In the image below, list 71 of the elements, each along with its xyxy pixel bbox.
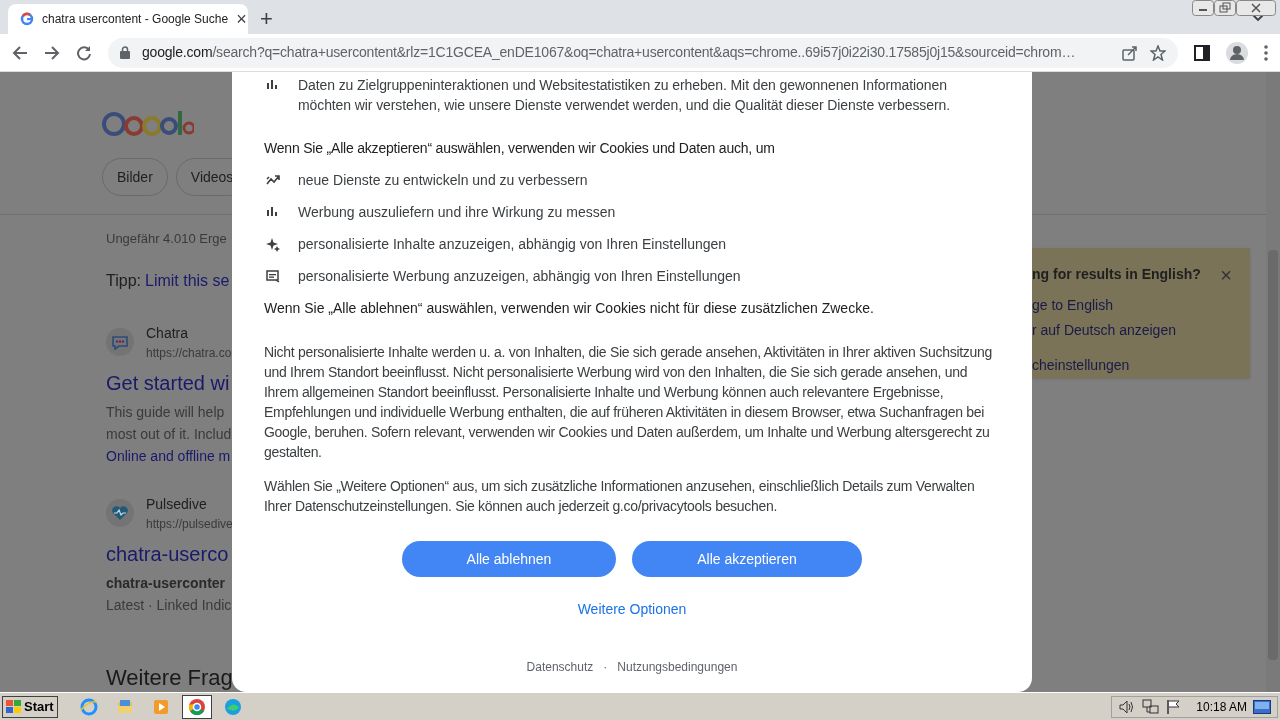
card-title: ng for results in English? — [1032, 265, 1201, 284]
ie-icon — [79, 697, 98, 716]
lock-icon — [120, 46, 130, 59]
folder-icon — [115, 697, 134, 716]
clock: 10:18 AM — [1196, 698, 1247, 716]
accept-all-button[interactable]: Alle akzeptieren — [632, 541, 862, 577]
start-button[interactable]: Start — [2, 695, 58, 718]
show-desktop-icon[interactable] — [1253, 699, 1271, 714]
info-paragraph: Wählen Sie „Weitere Optionen“ aus, um sich zusätzliche Informationen anzusehen, einschließlich Details zum Verwalten Ihrer Datenschutzeinstellungen. Sie können auch jederzeit g.co/privacytools besuchen. — [264, 477, 976, 516]
purpose-text: Daten zu Zielgruppeninteraktionen und Websitestatistiken zu erheben. Mit den gewonnenen Informationen möchten wir verstehen, wie unsere Dienste verwendet werden, und die Qualität dieser Dienste verbessern. — [298, 76, 951, 115]
menu-icon[interactable] — [1264, 44, 1268, 61]
purpose-text: personalisierte Werbung anzuzeigen, abhängig von Ihren Einstellungen — [298, 267, 741, 286]
reject-all-button[interactable]: Alle ablehnen — [402, 541, 616, 577]
info-paragraph: Nicht personalisierte Inhalte werden u. a. von Inhalten, die Sie sich gerade ansehen, Aktivitäten in Ihrer aktiven Suchsitzung und Ihrem Standort beeinflusst. Nicht personalisierte Werbung wird von den Inhalten, die Sie sich gerade ansehen, und Ihrem allgemeinen Standort beeinflusst. Personalisierte Inhalte und Werbung können auch relevantere Ergebnisse, Empfehlungen und individuelle Werbung enthalten, die auf früheren Aktivitäten in diesem Browser, etwa Suchanfragen bei Google, beruhen. Sofern relevant, verwenden wir Cookies und Daten außerdem, um Inhalte und Werbung altersgerecht zu gestalten. — [264, 343, 993, 462]
tab-search-icon[interactable] — [1252, 14, 1264, 22]
url-path: /search?q=chatra+usercontent&rlz=1C1GCEA_enDE1067&oq=chatra+usercontent&aqs=chrome..69i57j0i22i30.17585j0j15&sourceid=chrom… — [212, 44, 1076, 60]
footer-link[interactable]: Datenschutz — [526, 658, 594, 676]
footer-separator: · — [603, 659, 608, 676]
section-heading: Weitere Frag — [106, 663, 233, 692]
scrollbar[interactable] — [1266, 72, 1280, 692]
card-link[interactable]: ge to English — [1032, 295, 1232, 316]
browser-tab[interactable]: chatra usercontent - Google Suche × — [8, 4, 248, 34]
star-icon[interactable] — [1150, 44, 1166, 61]
purpose-text: Werbung auszuliefern und ihre Wirkung zu messen — [298, 203, 616, 222]
tab-title: chatra usercontent - Google Suche — [42, 11, 229, 28]
restore-icon[interactable] — [1214, 0, 1236, 16]
google-icon — [20, 12, 34, 26]
site-url: https://pulsedive — [146, 515, 233, 533]
result-snippet: Latest · Linked Indic — [106, 595, 232, 615]
result-title[interactable]: chatra-userco — [106, 538, 229, 569]
site-name: Chatra — [146, 323, 190, 343]
new-tab-button[interactable]: + — [260, 8, 273, 30]
profile-icon[interactable] — [1226, 41, 1248, 64]
reject-note: Wenn Sie „Alle ablehnen“ auswählen, verwenden wir Cookies nicht für diese zusätzlichen Zwecke. — [264, 299, 875, 318]
site-name: Pulsedive — [146, 494, 208, 514]
purpose-text: neue Dienste zu entwickeln und zu verbessern — [298, 171, 588, 190]
result-title[interactable]: Get started wi — [106, 367, 230, 398]
card-link[interactable]: r auf Deutsch anzeigen — [1032, 320, 1232, 341]
result-link[interactable]: Online and offline m — [106, 445, 231, 466]
section-heading: Wenn Sie „Alle akzeptieren“ auswählen, verwenden wir Cookies und Daten auch, um — [264, 139, 776, 158]
media-icon — [151, 697, 170, 716]
edge-icon — [223, 697, 242, 716]
taskbar-app[interactable] — [181, 694, 212, 719]
back-icon[interactable] — [12, 44, 28, 61]
chat-bubble-icon — [106, 328, 134, 356]
minimize-icon[interactable] — [1192, 0, 1214, 16]
network-icon[interactable] — [1142, 698, 1161, 715]
card-link[interactable]: cheinstellungen — [1032, 355, 1232, 376]
windows-logo-icon — [6, 699, 22, 714]
address-bar[interactable]: google.com/search?q=chatra+usercontent&rlz=1C1GCEA_enDE1067&oq=chatra+usercontent&aqs=chrome..69i57j0i22i30.17585j0j15&sourceid=chrom… — [108, 37, 1178, 68]
share-icon[interactable] — [1122, 44, 1138, 61]
result-snippet: chatra-userconter — [106, 573, 226, 593]
site-url: https://chatra.co — [146, 344, 232, 362]
forward-icon[interactable] — [44, 44, 60, 61]
chrome-icon — [187, 697, 206, 716]
url-host: google.com — [142, 44, 213, 60]
close-button[interactable]: × — [1220, 264, 1232, 285]
reload-icon[interactable] — [76, 44, 92, 61]
screen-icon — [266, 270, 280, 284]
tip-link[interactable]: Limit this se — [145, 268, 230, 293]
side-panel-icon[interactable] — [1194, 44, 1210, 61]
tip-label: Tipp: — [106, 270, 141, 291]
result-snippet: This guide will help — [106, 402, 225, 422]
purpose-text: personalisierte Inhalte anzuzeigen, abhängig von Ihren Einstellungen — [298, 235, 727, 254]
footer-link[interactable]: Nutzungsbedingungen — [617, 658, 738, 676]
close-icon[interactable] — [1236, 0, 1276, 16]
result-count: Ungefähr 4.010 Erge — [106, 230, 227, 248]
sparkle-icon — [266, 238, 280, 252]
more-options-link[interactable]: Weitere Optionen — [577, 599, 687, 620]
close-tab-button[interactable]: × — [236, 10, 247, 28]
result-snippet: most out of it. Includ — [106, 424, 232, 444]
